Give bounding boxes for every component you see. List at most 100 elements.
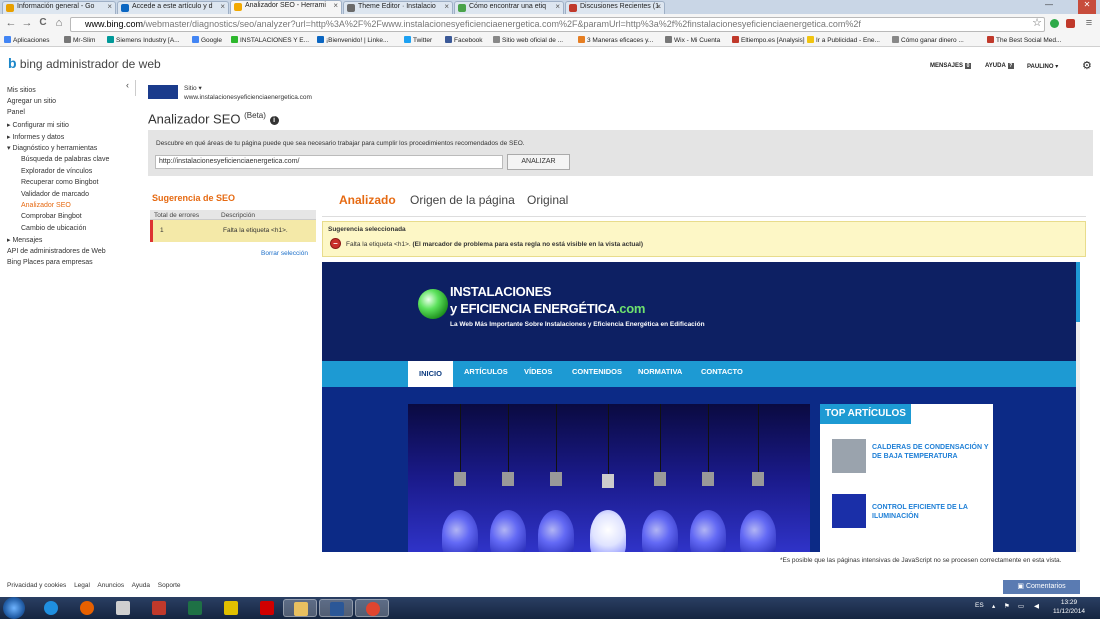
comments-button[interactable]: ▣ Comentarios: [1003, 580, 1080, 594]
taskbar-ie[interactable]: [34, 599, 68, 617]
preview-nav-contacto[interactable]: CONTACTO: [701, 367, 743, 376]
taskbar-explorer[interactable]: [283, 599, 317, 617]
taskbar-chrome[interactable]: [355, 599, 389, 617]
tab-origen[interactable]: Origen de la página: [410, 193, 515, 207]
minimize-icon[interactable]: —: [1040, 0, 1058, 14]
footer-link-support[interactable]: Soporte: [158, 582, 181, 589]
browser-tab[interactable]: Discusiones Recientes (1. ×: [565, 1, 665, 14]
address-bar[interactable]: www.bing.com/webmaster/diagnostics/seo/a…: [70, 17, 1045, 32]
bookmark-item[interactable]: 3 Maneras eficaces y...: [578, 36, 653, 44]
back-icon[interactable]: ←: [4, 17, 18, 29]
site-selector[interactable]: Sitio ▾: [184, 84, 202, 92]
preview-nav-inicio[interactable]: INICIO: [408, 361, 453, 387]
collapse-sidebar-icon[interactable]: ‹: [126, 80, 136, 96]
user-menu[interactable]: PAULINO ▾: [1027, 63, 1058, 70]
close-tab-icon[interactable]: ×: [444, 2, 449, 11]
sidebar-item-cambio[interactable]: Cambio de ubicación: [21, 225, 86, 232]
close-tab-icon[interactable]: ×: [656, 2, 661, 11]
bookmark-item[interactable]: INSTALACIONES Y E...: [231, 36, 309, 44]
taskbar-app[interactable]: [214, 599, 248, 617]
bookmark-item[interactable]: Mr-Slim: [64, 36, 95, 44]
help-link[interactable]: AYUDA?: [985, 63, 1014, 69]
taskbar-notepad[interactable]: [106, 599, 140, 617]
forward-icon[interactable]: →: [20, 17, 34, 29]
sidebar-item-api[interactable]: API de administradores de Web: [7, 248, 106, 255]
bookmark-item[interactable]: Wix - Mi Cuenta: [665, 36, 720, 44]
extension-icon[interactable]: [1050, 19, 1059, 28]
bookmark-item[interactable]: Siemens Industry [A...: [107, 36, 180, 44]
preview-nav-normativa[interactable]: NORMATIVA: [638, 367, 682, 376]
close-tab-icon[interactable]: ×: [555, 2, 560, 11]
preview-nav-videos[interactable]: VÍDEOS: [524, 367, 552, 376]
clear-selection-link[interactable]: Borrar selección: [261, 250, 308, 257]
preview-nav-contenidos[interactable]: CONTENIDOS: [572, 367, 622, 376]
sidebar-item-mis-sitios[interactable]: Mis sitios: [7, 87, 36, 94]
taskbar-powerpoint[interactable]: [142, 599, 176, 617]
browser-tab[interactable]: Theme Editor · Instalacio ×: [343, 1, 453, 14]
tray-arrow-icon[interactable]: ▴: [992, 602, 995, 610]
sidebar-item-mensajes[interactable]: ▸ Mensajes: [7, 236, 42, 244]
tab-original[interactable]: Original: [527, 193, 568, 207]
bookmark-item[interactable]: Cómo ganar dinero ...: [892, 36, 964, 44]
preview-nav-articulos[interactable]: ARTÍCULOS: [464, 367, 508, 376]
sidebar-item-panel[interactable]: Panel: [7, 109, 25, 116]
language-indicator[interactable]: ES: [975, 602, 984, 609]
close-window-icon[interactable]: ✕: [1078, 0, 1096, 14]
bookmark-item[interactable]: Eltiempo.es [Analysis]: [732, 36, 805, 44]
home-icon[interactable]: ⌂: [52, 17, 66, 29]
url-input[interactable]: http://instalacionesyeficienciaenergetic…: [155, 155, 503, 169]
preview-scrollbar[interactable]: [1076, 262, 1080, 552]
info-icon[interactable]: i: [269, 116, 279, 126]
bookmark-item[interactable]: Ir a Publicidad - Ene...: [807, 36, 880, 44]
taskbar-acrobat[interactable]: [250, 599, 284, 617]
scrollbar-thumb[interactable]: [1076, 262, 1080, 322]
extension-icon[interactable]: [1066, 19, 1075, 28]
bookmark-item[interactable]: The Best Social Med...: [987, 36, 1061, 44]
bookmark-item[interactable]: Facebook: [445, 36, 483, 44]
close-tab-icon[interactable]: ×: [333, 1, 338, 10]
bing-logo[interactable]: b bing administrador de web: [8, 55, 161, 71]
browser-tab[interactable]: Accede a este artículo y d ×: [117, 1, 229, 14]
network-icon[interactable]: ▭: [1018, 602, 1024, 610]
taskbar-word[interactable]: [319, 599, 353, 617]
start-button[interactable]: [3, 597, 25, 619]
sidebar-item-explorador[interactable]: Explorador de vínculos: [21, 168, 92, 175]
website-preview[interactable]: INSTALACIONES y EFICIENCIA ENERGÉTICA.co…: [322, 262, 1080, 552]
analyze-button[interactable]: ANALIZAR: [507, 154, 570, 170]
sidebar-item-bing-places[interactable]: Bing Places para empresas: [7, 259, 93, 266]
close-tab-icon[interactable]: ×: [220, 2, 225, 11]
sidebar-item-agregar-sitio[interactable]: Agregar un sitio: [7, 98, 56, 105]
taskbar-excel[interactable]: [178, 599, 212, 617]
sidebar-item-informes[interactable]: ▸ Informes y datos: [7, 133, 64, 141]
footer-link-ads[interactable]: Anuncios: [97, 582, 124, 589]
browser-tab[interactable]: Información general - Go ×: [2, 1, 116, 14]
gear-icon[interactable]: ⚙: [1082, 59, 1092, 72]
sidebar-item-diagnostico[interactable]: ▾ Diagnóstico y herramientas: [7, 144, 97, 152]
sidebar-item-busqueda[interactable]: Búsqueda de palabras clave: [21, 156, 109, 163]
close-tab-icon[interactable]: ×: [107, 2, 112, 11]
bookmark-item[interactable]: ¡Bienvenido! | Linke...: [317, 36, 388, 44]
reload-icon[interactable]: C: [36, 17, 50, 28]
browser-tab[interactable]: Cómo encontrar una etiq ×: [454, 1, 564, 14]
tab-analizado[interactable]: Analizado: [339, 193, 396, 207]
volume-icon[interactable]: ◀: [1034, 602, 1039, 610]
flag-icon[interactable]: ⚑: [1004, 602, 1010, 610]
menu-icon[interactable]: ≡: [1082, 17, 1096, 29]
sidebar-item-comprobar[interactable]: Comprobar Bingbot: [21, 213, 82, 220]
bookmark-star-icon[interactable]: ☆: [1030, 16, 1044, 29]
footer-link-legal[interactable]: Legal: [74, 582, 90, 589]
sidebar-item-recuperar[interactable]: Recuperar como Bingbot: [21, 179, 98, 186]
sidebar-item-validador[interactable]: Validador de marcado: [21, 191, 89, 198]
system-clock[interactable]: 13:29 11/12/2014: [1052, 598, 1086, 616]
sidebar-item-configurar[interactable]: ▸ Configurar mi sitio: [7, 121, 69, 129]
footer-link-privacy[interactable]: Privacidad y cookies: [7, 582, 66, 589]
bookmark-item[interactable]: Aplicaciones: [4, 36, 50, 44]
messages-link[interactable]: MENSAJES 0: [930, 63, 972, 69]
table-row[interactable]: 1 Falta la etiqueta <h1>.: [150, 220, 316, 242]
bookmark-item[interactable]: Google: [192, 36, 222, 44]
footer-link-help[interactable]: Ayuda: [132, 582, 150, 589]
sidebar-item-analizador-seo[interactable]: Analizador SEO: [21, 202, 71, 209]
taskbar-firefox[interactable]: [70, 599, 104, 617]
bookmark-item[interactable]: Twitter: [404, 36, 432, 44]
bookmark-item[interactable]: Sitio web oficial de ...: [493, 36, 563, 44]
